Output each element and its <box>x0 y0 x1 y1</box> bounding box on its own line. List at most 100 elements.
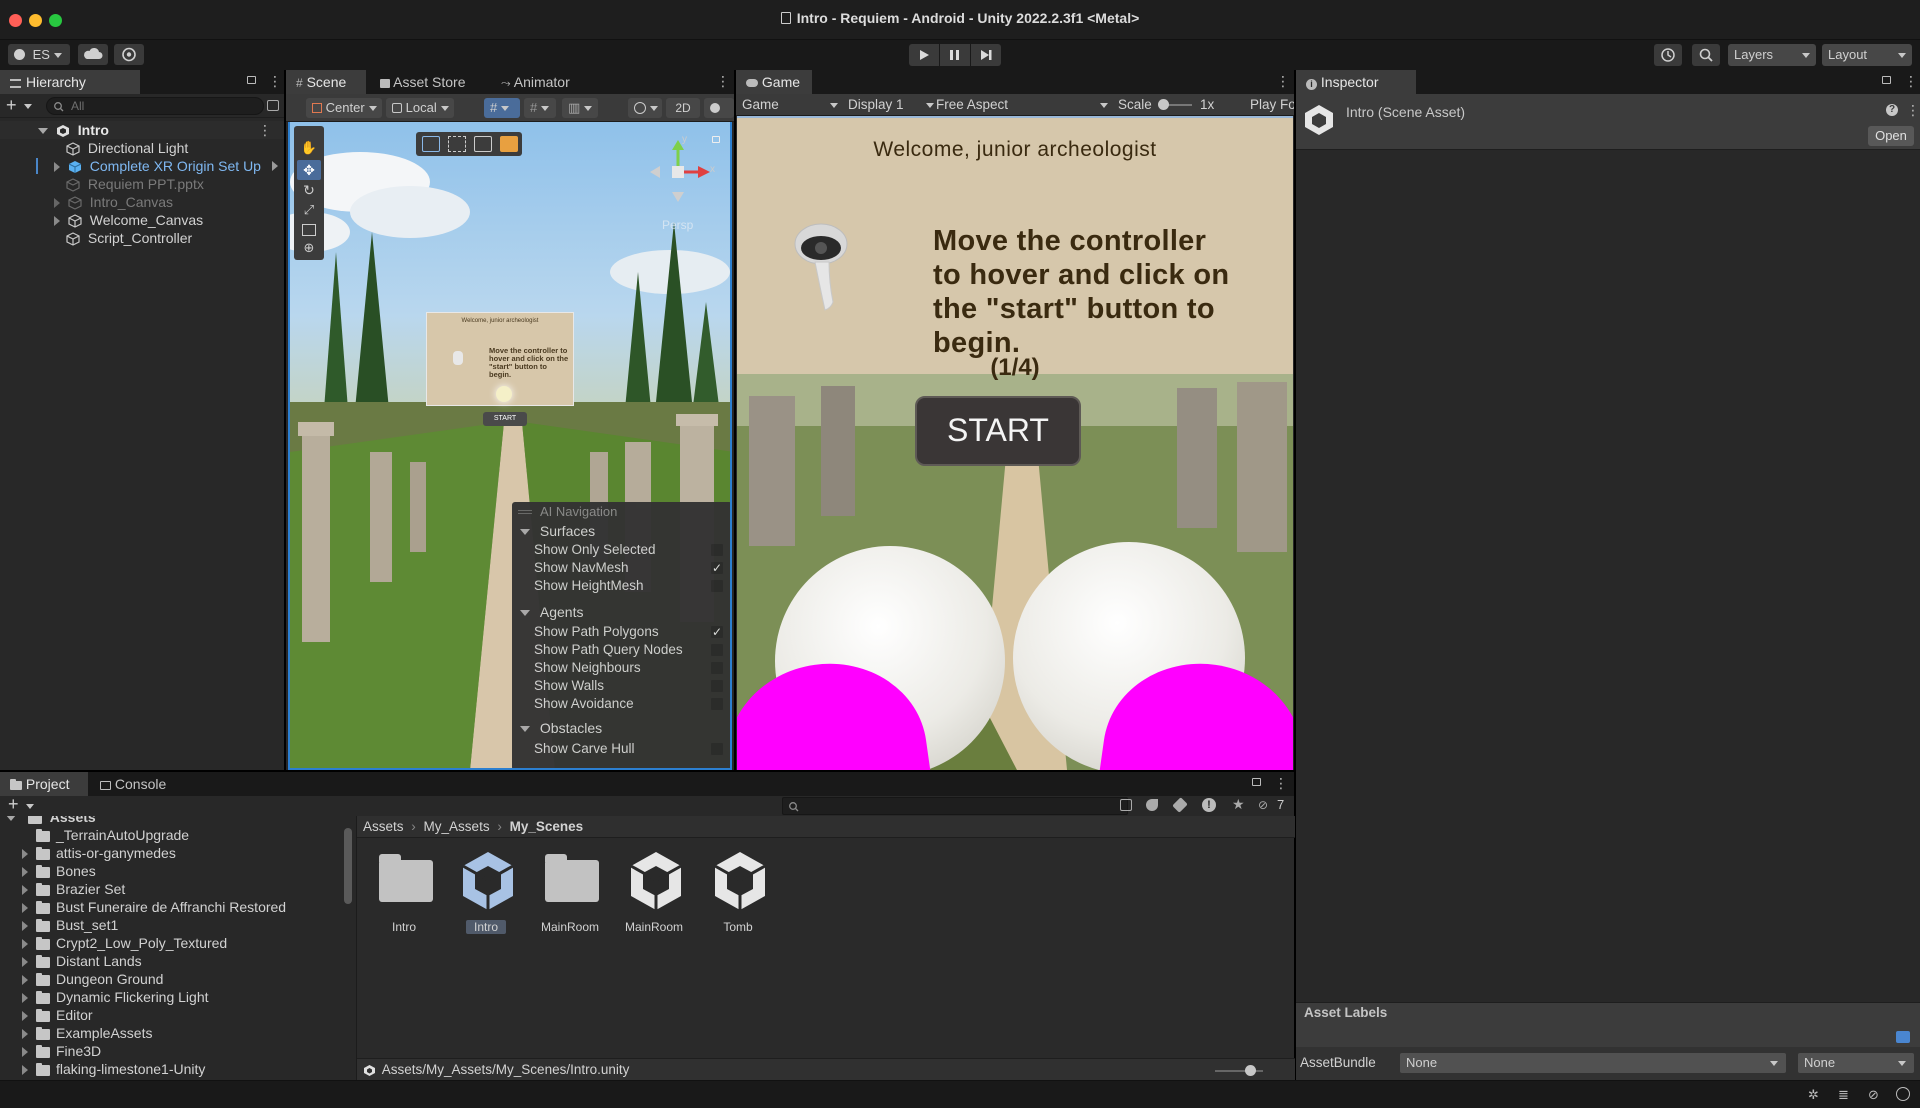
progress-status-icon[interactable] <box>1896 1087 1910 1101</box>
hand-tool-icon[interactable]: ✋ <box>298 140 320 158</box>
hierarchy-scene-row[interactable]: Intro ⋮ <box>0 121 284 139</box>
icon-size-slider-thumb[interactable] <box>1245 1065 1256 1076</box>
expand-arrow-icon[interactable] <box>38 128 48 135</box>
scale-slider[interactable] <box>1158 99 1192 110</box>
auto-generate-lighting-icon[interactable]: ⊘ <box>1868 1087 1879 1103</box>
add-icon[interactable]: + <box>6 95 17 116</box>
aspect-dropdown[interactable]: Free Aspect <box>936 96 1110 114</box>
scene-viewport[interactable]: Welcome, junior archeologist Move the co… <box>288 122 732 770</box>
play-focused-dropdown[interactable]: Play Fo <box>1250 96 1294 114</box>
tab-inspector[interactable]: i Inspector <box>1296 70 1416 94</box>
option-checkbox[interactable] <box>710 623 724 641</box>
tab-hierarchy[interactable]: Hierarchy <box>0 70 140 94</box>
layout-dropdown[interactable]: Layout <box>1822 44 1912 66</box>
asset-tile[interactable]: MainRoom <box>537 850 603 936</box>
breadcrumb-item[interactable]: Assets <box>363 819 404 834</box>
tab-game[interactable]: Game <box>736 70 812 94</box>
mode-2d-button[interactable]: 2D <box>666 98 700 118</box>
pivot-dropdown[interactable]: Center <box>306 98 382 118</box>
folder-tree-item[interactable]: attis-or-ganymedes <box>0 844 354 862</box>
grid-toggle-button[interactable]: # <box>524 98 556 118</box>
hierarchy-item[interactable]: Requiem PPT.pptx <box>0 175 284 193</box>
grid-snap-button[interactable]: # <box>484 98 520 118</box>
orientation-gizmo[interactable]: y x <box>638 134 718 206</box>
filter-by-label-icon[interactable] <box>1172 797 1188 813</box>
folder-tree-item[interactable]: Crypt2_Low_Poly_Textured <box>0 934 354 952</box>
asset-bundle-dropdown[interactable]: None <box>1400 1053 1786 1073</box>
more-options-icon[interactable]: ⋮ <box>1904 73 1918 90</box>
warning-filter-icon[interactable]: ! <box>1202 798 1216 812</box>
asset-bundle-variant-dropdown[interactable]: None <box>1798 1053 1914 1073</box>
game-mode-dropdown[interactable]: Game <box>742 96 838 114</box>
filter-by-type-icon[interactable] <box>1146 799 1158 811</box>
section-surfaces[interactable]: Surfaces <box>512 522 730 540</box>
lock-icon[interactable] <box>1252 778 1261 786</box>
display-dropdown[interactable]: Display 1 <box>848 96 934 114</box>
scene-canvas-start-button[interactable]: START <box>483 412 527 426</box>
icon-size-slider[interactable] <box>1215 1065 1263 1076</box>
folder-tree-item[interactable]: Dynamic Flickering Light <box>0 988 354 1006</box>
option-checkbox[interactable] <box>710 661 724 675</box>
section-obstacles[interactable]: Obstacles <box>512 719 730 737</box>
open-button[interactable]: Open <box>1868 126 1914 146</box>
cache-server-icon[interactable]: ≣ <box>1838 1087 1849 1103</box>
nav-option[interactable]: Show HeightMesh <box>512 577 730 595</box>
nav-option[interactable]: Show Avoidance <box>512 695 730 713</box>
folder-tree-item[interactable]: Bones <box>0 862 354 880</box>
folder-tree-item[interactable]: _TerrainAutoUpgrade <box>0 826 354 844</box>
more-options-icon[interactable]: ⋮ <box>1276 73 1290 90</box>
nav-option[interactable]: Show Walls <box>512 677 730 695</box>
hierarchy-search-input[interactable]: All <box>46 97 264 115</box>
history-button[interactable] <box>1654 44 1682 66</box>
bug-icon[interactable]: ✲ <box>1808 1087 1819 1103</box>
space-dropdown[interactable]: Local <box>386 98 454 118</box>
nav-option[interactable]: Show Path Polygons <box>512 623 730 641</box>
breadcrumb-item[interactable]: My_Assets <box>424 819 490 834</box>
account-button[interactable]: ES <box>8 44 70 65</box>
option-checkbox[interactable] <box>710 679 724 693</box>
cloud-button[interactable] <box>78 44 108 65</box>
option-checkbox[interactable] <box>710 742 724 756</box>
asset-tile[interactable]: MainRoom <box>621 850 687 936</box>
lock-icon[interactable] <box>712 136 720 143</box>
tab-asset-store[interactable]: Asset Store <box>370 70 476 94</box>
label-tag-icon[interactable] <box>1896 1031 1910 1043</box>
option-checkbox[interactable] <box>710 543 724 557</box>
search-button[interactable] <box>1692 44 1720 66</box>
tab-console[interactable]: Console <box>90 772 176 796</box>
scene-visibility-icon[interactable] <box>267 100 279 111</box>
tab-project[interactable]: Project <box>0 772 88 796</box>
increment-snap-button[interactable]: ▥ <box>562 98 598 118</box>
folder-tree-item[interactable]: ExampleAssets <box>0 1024 354 1042</box>
tab-scene[interactable]: # Scene <box>286 70 366 94</box>
folder-tree-item[interactable]: Bust_set1 <box>0 916 354 934</box>
scale-tool-icon[interactable]: ⤢ <box>298 202 320 220</box>
asset-tile[interactable]: Intro <box>371 850 437 936</box>
folder-tree-item[interactable]: flaking-limestone1-Unity <box>0 1060 354 1078</box>
step-button[interactable] <box>971 44 1001 66</box>
pause-button[interactable] <box>940 44 970 66</box>
more-options-icon[interactable]: ⋮ <box>716 73 730 90</box>
hierarchy-item[interactable]: Welcome_Canvas <box>0 211 284 229</box>
search-by-type-icon[interactable] <box>1120 799 1132 811</box>
favorite-star-icon[interactable]: ★ <box>1232 796 1245 813</box>
add-icon[interactable]: + <box>8 794 19 815</box>
hierarchy-item[interactable]: Directional Light <box>0 139 284 157</box>
bounds-edit-icon[interactable] <box>500 136 518 152</box>
folder-tree-item[interactable]: Distant Lands <box>0 952 354 970</box>
tree-root-assets[interactable]: Assets <box>0 816 354 826</box>
shading-mode-button[interactable] <box>628 98 662 118</box>
section-agents[interactable]: Agents <box>512 603 730 621</box>
asset-tile[interactable]: Intro <box>453 850 519 936</box>
expand-arrow-icon[interactable] <box>54 216 60 227</box>
nav-option[interactable]: Show Path Query Nodes <box>512 641 730 659</box>
tab-animator[interactable]: ⤳ Animator <box>491 70 580 94</box>
option-checkbox[interactable] <box>710 579 724 593</box>
move-tool-icon[interactable]: ✥ <box>297 160 321 180</box>
folder-tree-item[interactable]: Bust Funeraire de Affranchi Restored <box>0 898 354 916</box>
option-checkbox[interactable] <box>710 697 724 711</box>
folder-tree-item[interactable]: Editor <box>0 1006 354 1024</box>
rect-edit-icon[interactable] <box>448 136 466 152</box>
project-search-input[interactable] <box>782 797 1128 815</box>
game-viewport[interactable]: Welcome, junior archeologist Move the co… <box>737 116 1293 770</box>
